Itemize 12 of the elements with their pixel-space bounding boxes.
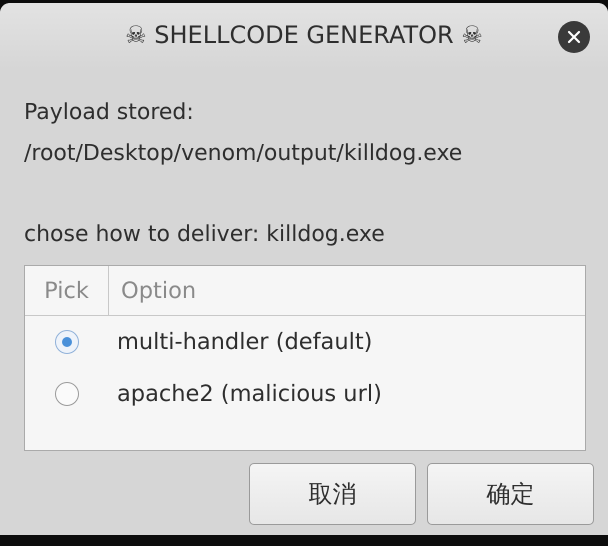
table-cell[interactable]: multi-handler (default) <box>109 329 372 355</box>
message-text: /root/Desktop/venom/output/killdog.exe <box>24 140 464 168</box>
message-text: Payload stored: <box>24 99 195 127</box>
ok-button[interactable]: 确定 <box>427 463 594 525</box>
table-cell[interactable]: apache2 (malicious url) <box>109 381 382 407</box>
cancel-button[interactable]: 取消 <box>249 463 416 525</box>
radio-button[interactable] <box>55 382 79 406</box>
radio-button[interactable] <box>55 330 79 354</box>
message-text: chose how to deliver: killdog.exe <box>24 220 386 248</box>
close-button[interactable] <box>558 21 590 53</box>
window-title: ☠ SHELLCODE GENERATOR ☠ <box>125 21 483 49</box>
close-icon <box>567 30 581 44</box>
